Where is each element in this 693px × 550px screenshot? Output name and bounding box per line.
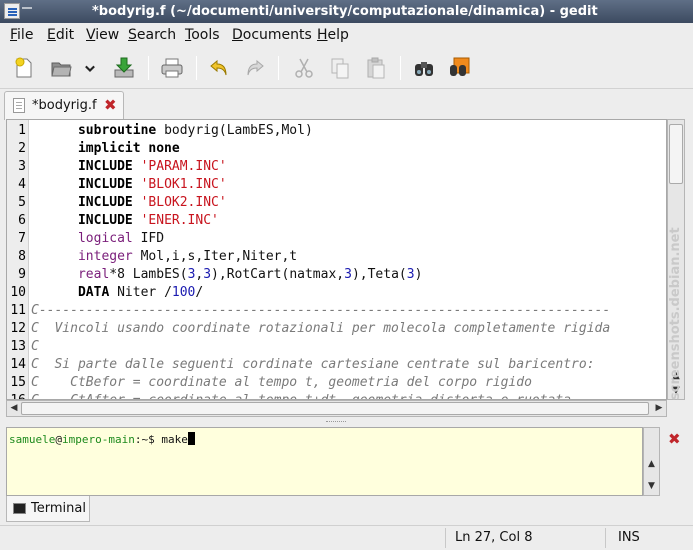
- editor-horizontal-scrollbar[interactable]: ◀ ▶: [6, 400, 667, 417]
- line-text: INCLUDE 'ENER.INC': [77, 213, 219, 228]
- tab-terminal[interactable]: Terminal: [6, 496, 90, 522]
- cursor-position: Ln 27, Col 8: [455, 530, 533, 545]
- menu-bar: File Edit View Search Tools Documents He…: [0, 23, 693, 47]
- toolbar: [0, 47, 693, 89]
- tab-label: Terminal: [31, 501, 86, 516]
- window-title: *bodyrig.f (~/documenti/university/compu…: [92, 4, 598, 19]
- terminal-command: make: [161, 433, 188, 446]
- find-icon[interactable]: [410, 54, 438, 82]
- recent-dropdown-icon[interactable]: [80, 54, 100, 82]
- title-bar[interactable]: *bodyrig.f (~/documenti/university/compu…: [0, 0, 693, 23]
- scroll-down-arrow-icon[interactable]: ▼: [645, 480, 658, 493]
- text-cursor: [187, 432, 195, 445]
- menu-file[interactable]: File: [10, 27, 33, 43]
- scroll-left-arrow-icon[interactable]: ◀: [7, 401, 21, 416]
- line-number: 16: [7, 392, 28, 399]
- tab-bodyrig[interactable]: *bodyrig.f ✖: [4, 91, 124, 120]
- watermark: screenshots.debian.net: [668, 227, 683, 400]
- scroll-right-arrow-icon[interactable]: ▶: [652, 401, 666, 416]
- line-number: 8: [18, 249, 26, 264]
- scrollbar-thumb[interactable]: [21, 402, 649, 415]
- close-tab-icon[interactable]: ✖: [104, 96, 117, 114]
- find-replace-icon[interactable]: [446, 54, 474, 82]
- line-text: C---------------------------------------…: [31, 303, 611, 318]
- line-text: C Vincoli usando coordinate rotazionali …: [31, 321, 611, 336]
- paste-icon[interactable]: [362, 54, 390, 82]
- save-icon[interactable]: [110, 54, 138, 82]
- window-menu-icon[interactable]: [4, 3, 20, 19]
- close-panel-icon[interactable]: ✖: [668, 430, 681, 448]
- line-text: real*8 LambES(3,3),RotCart(natmax,3),Tet…: [77, 267, 423, 282]
- print-icon[interactable]: [158, 54, 186, 82]
- line-text: subroutine bodyrig(LambES,Mol): [77, 123, 313, 138]
- menu-search[interactable]: Search: [128, 27, 176, 43]
- undo-icon[interactable]: [206, 54, 234, 82]
- line-number: 5: [18, 195, 26, 210]
- line-text: C CtAfter = coordinate al tempo t+dt, ge…: [31, 392, 571, 399]
- line-text: logical IFD: [77, 231, 165, 246]
- scroll-up-arrow-icon[interactable]: ▲: [645, 458, 658, 471]
- insert-mode[interactable]: INS: [618, 530, 640, 545]
- menu-view[interactable]: View: [86, 27, 119, 43]
- text-editor[interactable]: 1 subroutine bodyrig(LambES,Mol) 2 implic…: [6, 119, 667, 400]
- line-number: 15: [10, 375, 26, 390]
- line-number: 3: [18, 159, 26, 174]
- tab-bar: *bodyrig.f ✖: [0, 89, 693, 120]
- terminal[interactable]: samuele@impero-main:~$ make: [6, 427, 643, 496]
- terminal-prompt: samuele@impero-main:~$ make: [9, 432, 195, 446]
- pane-resize-handle[interactable]: [6, 419, 686, 425]
- line-text: integer Mol,i,s,Iter,Niter,t: [77, 249, 298, 264]
- new-document-icon[interactable]: [10, 54, 38, 82]
- terminal-icon: [13, 503, 26, 514]
- redo-icon[interactable]: [240, 54, 268, 82]
- line-text: C: [31, 339, 39, 354]
- line-number: 11: [10, 303, 26, 318]
- line-text: DATA Niter /100/: [77, 285, 204, 300]
- line-text: INCLUDE 'BLOK2.INC': [77, 195, 227, 210]
- line-number: 4: [18, 177, 26, 192]
- line-number: 6: [18, 213, 26, 228]
- menu-documents[interactable]: Documents: [232, 27, 312, 43]
- text-document-icon: [13, 98, 25, 113]
- status-bar: Ln 27, Col 8 INS: [0, 525, 693, 550]
- tab-label: *bodyrig.f: [32, 98, 97, 113]
- line-number: 13: [10, 339, 26, 354]
- menu-edit[interactable]: Edit: [47, 27, 74, 43]
- line-number: 14: [10, 357, 26, 372]
- line-number: 7: [18, 231, 26, 246]
- open-folder-icon[interactable]: [47, 54, 75, 82]
- line-text: INCLUDE 'BLOK1.INC': [77, 177, 227, 192]
- line-number: 2: [18, 141, 26, 156]
- menu-help[interactable]: Help: [317, 27, 349, 43]
- line-text: C Si parte dalle seguenti cordinate cart…: [31, 357, 595, 372]
- cut-icon[interactable]: [290, 54, 318, 82]
- copy-icon[interactable]: [326, 54, 354, 82]
- line-number: 12: [10, 321, 26, 336]
- line-text: INCLUDE 'PARAM.INC': [77, 159, 227, 174]
- terminal-scrollbar[interactable]: ▲ ▼: [643, 427, 660, 496]
- line-text: C CtBefor = coordinate al tempo t, geome…: [31, 375, 532, 390]
- line-number: 9: [18, 267, 26, 282]
- line-text: implicit none: [77, 141, 180, 156]
- menu-tools[interactable]: Tools: [185, 27, 220, 43]
- line-number: 10: [10, 285, 26, 300]
- shade-icon[interactable]: [22, 7, 32, 9]
- line-number: 1: [18, 123, 26, 138]
